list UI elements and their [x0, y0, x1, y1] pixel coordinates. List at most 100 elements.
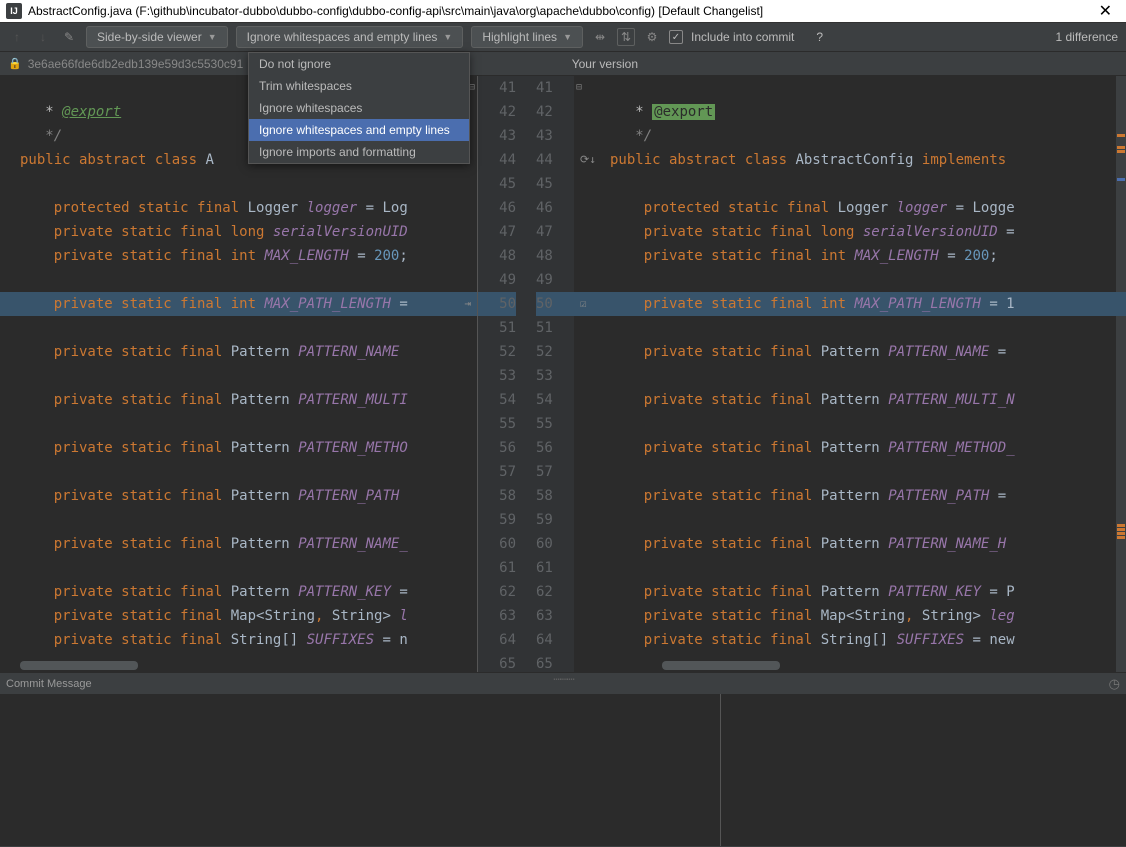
code-line[interactable]	[0, 316, 477, 340]
diff-count-label: 1 difference	[1056, 30, 1119, 44]
code-line[interactable]: private static final Pattern PATTERN_NAM…	[574, 532, 1126, 556]
code-line[interactable]	[574, 316, 1126, 340]
dropdown-item[interactable]: Do not ignore	[249, 53, 469, 75]
include-commit-checkbox[interactable]: ✓	[669, 30, 683, 44]
code-line[interactable]	[0, 556, 477, 580]
code-line[interactable]	[574, 172, 1126, 196]
line-number: 64	[478, 628, 516, 652]
code-line[interactable]: private static final String[] SUFFIXES =…	[574, 628, 1126, 652]
accept-icon[interactable]: ☑	[580, 292, 587, 316]
line-number: 49	[478, 268, 516, 292]
line-number: 46	[478, 196, 516, 220]
dropdown-item[interactable]: Ignore whitespaces and empty lines	[249, 119, 469, 141]
code-line[interactable]: private static final int MAX_LENGTH = 20…	[0, 244, 477, 268]
code-line[interactable]: private static final Pattern PATTERN_KEY…	[574, 580, 1126, 604]
line-number: 55	[536, 412, 574, 436]
code-line[interactable]: private static final int MAX_LENGTH = 20…	[574, 244, 1126, 268]
code-line[interactable]: private static final long serialVersionU…	[0, 220, 477, 244]
code-line[interactable]	[574, 364, 1126, 388]
code-line[interactable]	[574, 508, 1126, 532]
edit-icon[interactable]: ✎	[60, 28, 78, 46]
line-number: 50	[478, 292, 516, 316]
line-number: 42	[536, 100, 574, 124]
code-line[interactable]: */	[574, 124, 1126, 148]
code-line[interactable]: private static final Map<String, String>…	[0, 604, 477, 628]
implements-icon[interactable]: ⟳↓	[580, 148, 596, 172]
code-line[interactable]: private static final int MAX_PATH_LENGTH…	[574, 292, 1126, 316]
history-icon[interactable]: ◷	[1109, 676, 1120, 692]
code-line[interactable]: ⊟	[574, 76, 1126, 100]
highlight-mode-button[interactable]: Highlight lines ▼	[471, 26, 583, 48]
line-number: 52	[478, 340, 516, 364]
code-line[interactable]	[0, 268, 477, 292]
code-line[interactable]: private static final Pattern PATTERN_MUL…	[0, 388, 477, 412]
gear-icon[interactable]: ⚙	[643, 28, 661, 46]
whitespace-dropdown: Do not ignoreTrim whitespacesIgnore whit…	[248, 52, 470, 164]
line-number: 63	[536, 604, 574, 628]
code-line[interactable]: private static final String[] SUFFIXES =…	[0, 628, 477, 652]
code-line[interactable]	[0, 508, 477, 532]
chevron-down-icon: ▼	[208, 32, 217, 42]
dropdown-item[interactable]: Trim whitespaces	[249, 75, 469, 97]
code-line[interactable]	[574, 556, 1126, 580]
horizontal-scrollbar-right[interactable]	[662, 661, 780, 670]
code-line[interactable]: private static final Pattern PATTERN_PAT…	[574, 484, 1126, 508]
code-line[interactable]: private static final Pattern PATTERN_NAM…	[0, 532, 477, 556]
next-diff-icon[interactable]: ↓	[34, 28, 52, 46]
dropdown-item[interactable]: Ignore whitespaces	[249, 97, 469, 119]
line-number: 45	[478, 172, 516, 196]
help-icon[interactable]: ?	[816, 30, 823, 44]
line-number: 41	[536, 76, 574, 100]
line-number: 53	[536, 364, 574, 388]
code-line[interactable]	[0, 412, 477, 436]
code-line[interactable]	[0, 460, 477, 484]
code-line[interactable]	[574, 268, 1126, 292]
whitespace-mode-button[interactable]: Ignore whitespaces and empty lines ▼	[236, 26, 464, 48]
commit-message-header: ┈┈┈ Commit Message ◷	[0, 672, 1126, 694]
code-line[interactable]: public abstract class AbstractConfig imp…	[574, 148, 1126, 172]
fold-icon[interactable]: ⊟	[576, 76, 582, 100]
code-line[interactable]: private static final Map<String, String>…	[574, 604, 1126, 628]
left-pane[interactable]: ⊟ * @export */public abstract class A⟳↓ …	[0, 76, 478, 672]
line-number: 47	[478, 220, 516, 244]
line-number: 43	[478, 124, 516, 148]
code-line[interactable]: private static final Pattern PATTERN_MET…	[574, 436, 1126, 460]
code-line[interactable]: private static final Pattern PATTERN_MUL…	[574, 388, 1126, 412]
commit-message-input[interactable]	[0, 694, 721, 846]
code-line[interactable]: protected static final Logger logger = L…	[0, 196, 477, 220]
sync-scroll-icon[interactable]: ⇅	[617, 28, 635, 46]
viewer-mode-button[interactable]: Side-by-side viewer ▼	[86, 26, 228, 48]
code-line[interactable]: private static final int MAX_PATH_LENGTH…	[0, 292, 477, 316]
code-line[interactable]	[0, 652, 477, 672]
code-line[interactable]: private static final long serialVersionU…	[574, 220, 1126, 244]
code-line[interactable]: private static final Pattern PATTERN_MET…	[0, 436, 477, 460]
code-line[interactable]: private static final Pattern PATTERN_NAM…	[0, 340, 477, 364]
code-line[interactable]	[574, 412, 1126, 436]
line-number: 55	[478, 412, 516, 436]
code-line[interactable]	[0, 364, 477, 388]
commit-message-body	[0, 694, 1126, 846]
code-line[interactable]	[0, 172, 477, 196]
right-pane[interactable]: ⊟ * @export */public abstract class Abst…	[574, 76, 1126, 672]
code-line[interactable]	[574, 460, 1126, 484]
code-line[interactable]: protected static final Logger logger = L…	[574, 196, 1126, 220]
code-line[interactable]: private static final Pattern PATTERN_PAT…	[0, 484, 477, 508]
chevron-down-icon: ▼	[443, 32, 452, 42]
line-number: 60	[536, 532, 574, 556]
revert-icon[interactable]: ⇥	[464, 292, 471, 316]
line-number: 62	[536, 580, 574, 604]
code-line[interactable]	[574, 652, 1126, 672]
prev-diff-icon[interactable]: ↑	[8, 28, 26, 46]
dropdown-item[interactable]: Ignore imports and formatting	[249, 141, 469, 163]
resize-grip-icon[interactable]: ┈┈┈	[553, 671, 572, 688]
line-number: 61	[536, 556, 574, 580]
revision-bar: 🔒 3e6ae66fde6db2edb139e59d3c5530c91 Your…	[0, 52, 1126, 76]
line-number: 44	[536, 148, 574, 172]
line-number-gutter: 4142434445464748495051525354555657585960…	[478, 76, 574, 672]
code-line[interactable]: * @export	[574, 100, 1126, 124]
code-line[interactable]: private static final Pattern PATTERN_NAM…	[574, 340, 1126, 364]
code-line[interactable]: private static final Pattern PATTERN_KEY…	[0, 580, 477, 604]
line-number: 51	[536, 316, 574, 340]
close-icon[interactable]: ✕	[1091, 1, 1120, 21]
collapse-icon[interactable]: ⇹	[591, 28, 609, 46]
